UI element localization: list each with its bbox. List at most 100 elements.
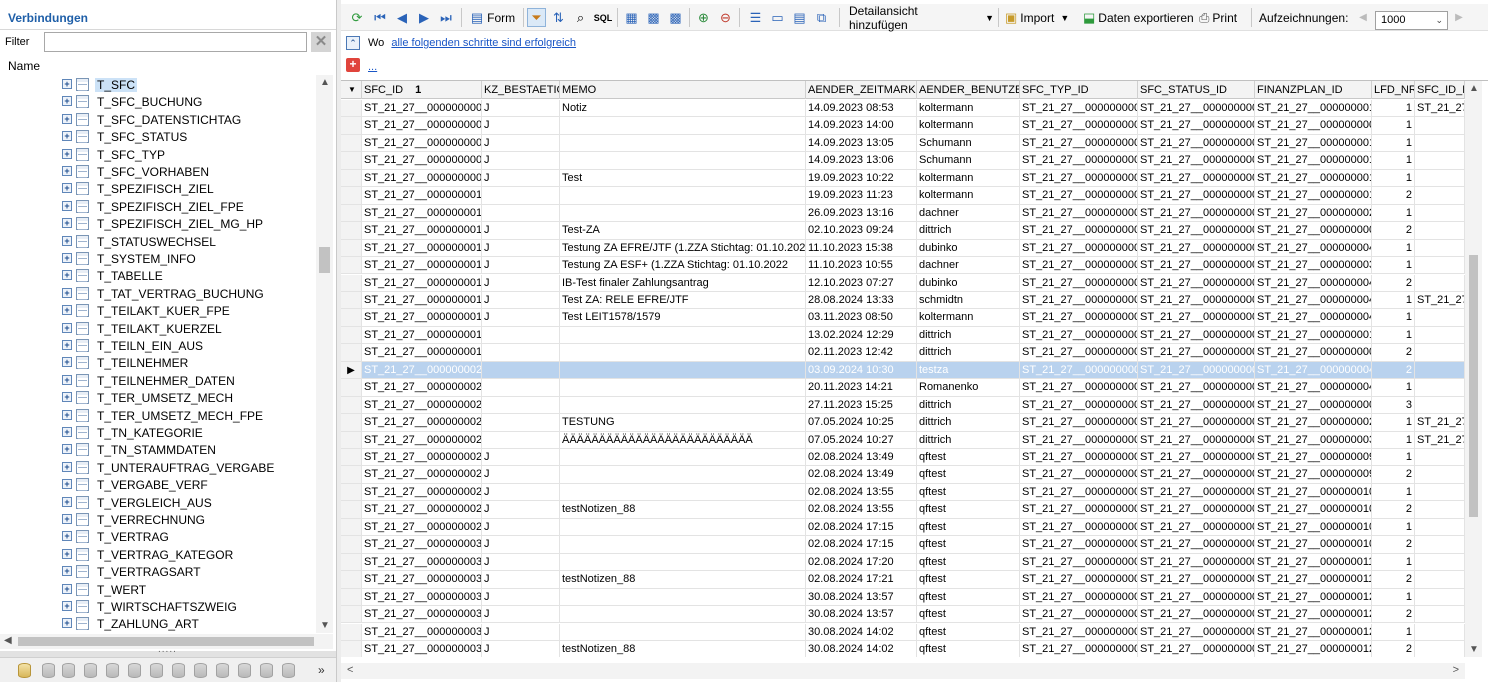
table-cell[interactable]: 30.08.2024 13:57 (806, 606, 917, 623)
previous-record-icon[interactable]: ◀ (393, 8, 411, 27)
table-cell[interactable]: 02.08.2024 17:15 (806, 536, 917, 553)
expand-icon[interactable]: + (62, 253, 72, 263)
table-cell[interactable]: 1 (1372, 257, 1415, 274)
tree-item[interactable]: + T_VERGLEICH_AUS (60, 494, 316, 511)
table-cell[interactable]: ST_21_27__0000000026 (362, 466, 482, 483)
table-cell[interactable] (560, 483, 806, 501)
table-cell[interactable]: 02.08.2024 13:49 (806, 466, 917, 483)
table-cell[interactable]: Test ZA: RELE EFRE/JTF (560, 291, 806, 309)
table-cell[interactable]: J (482, 222, 560, 239)
table-cell[interactable] (482, 431, 560, 448)
tree-item[interactable]: + T_SFC_TYP (60, 146, 316, 163)
table-cell[interactable] (1415, 326, 1465, 344)
table-row[interactable]: ST_21_27__0000000005 J Notiz 14.09.2023 08:… (341, 100, 1465, 118)
table-cell[interactable]: 02.10.2023 09:24 (806, 222, 917, 239)
table-cell[interactable]: ST_21_27__0000000001 (1020, 117, 1138, 134)
table-cell[interactable]: ST_21_27__0000000030 (1255, 431, 1372, 448)
table-cell[interactable]: 07.05.2024 10:27 (806, 431, 917, 448)
table-cell[interactable]: ST_21_27__0000000002 (1020, 152, 1138, 169)
table-row[interactable]: ST_21_27__0000000016 J Test ZA: RELE EFRE/… (341, 291, 1465, 310)
records-prev-icon[interactable]: ◀ (1357, 8, 1369, 27)
table-cell[interactable] (560, 344, 806, 361)
table-cell[interactable]: ST_21_27__0000000010 (362, 187, 482, 204)
table-cell[interactable]: 1 (1372, 169, 1415, 187)
table-cell[interactable]: J (482, 257, 560, 274)
table-cell[interactable]: 13.02.2024 12:29 (806, 326, 917, 344)
row-indicator[interactable] (341, 431, 362, 448)
table-cell[interactable]: IB-Test finaler Zahlungsantrag (560, 274, 806, 291)
tree-item[interactable]: + T_TN_STAMMDATEN (60, 441, 316, 458)
table-cell[interactable]: ST_21_27__0000000031 (362, 553, 482, 571)
table-cell[interactable]: 2 (1372, 571, 1415, 588)
database-icon[interactable] (42, 663, 55, 678)
table-cell[interactable]: ST_21_27__0000000097 (1255, 449, 1372, 466)
table-row[interactable]: ST_21_27__0000000008 J 14.09.2023 13:06 Sch… (341, 152, 1465, 170)
tree-item[interactable]: + T_WIRTSCHAFTSZWEIG (60, 598, 316, 615)
table-cell[interactable]: ST_21_27__0000000112 (1255, 553, 1372, 571)
table-cell[interactable] (482, 204, 560, 222)
table-cell[interactable] (1415, 309, 1465, 326)
table-cell[interactable]: ST_21_27__0000000029 (1255, 204, 1372, 222)
expand-icon[interactable]: + (62, 235, 72, 246)
table-cell[interactable]: Romanenko (917, 379, 1020, 396)
table-cell[interactable] (482, 361, 560, 379)
table-cell[interactable]: ST_21_27__0000000003 (1138, 274, 1255, 291)
table-cell[interactable]: 1 (1372, 431, 1415, 448)
table-cell[interactable]: ST_21_27__0000000001 (1020, 309, 1138, 326)
table-row[interactable]: ST_21_27__0000000034 J 30.08.2024 13:57 qft… (341, 606, 1465, 624)
table-cell[interactable]: koltermann (917, 169, 1020, 187)
table-cell[interactable]: ST_21_27__0000000023 (362, 414, 482, 431)
table-cell[interactable] (1415, 623, 1465, 640)
table-cell[interactable]: ST_21_27__0000000045 (1255, 379, 1372, 396)
table-cell[interactable] (1415, 152, 1465, 169)
tree-item[interactable]: + T_VERTRAGSART (60, 563, 316, 580)
tree-item[interactable]: + T_SYSTEM_INFO (60, 250, 316, 267)
table-cell[interactable]: testNotizen_88 (560, 501, 806, 518)
table-cell[interactable]: koltermann (917, 187, 1020, 204)
table-cell[interactable]: ST_21_27__0000000003 (1138, 152, 1255, 169)
table-cell[interactable]: ST_21_27__0000000003 (1138, 553, 1255, 571)
table-cell[interactable]: ST_21_27__0000000003 (1138, 588, 1255, 606)
more-chevron-icon[interactable]: » (318, 663, 325, 677)
table-cell[interactable]: dachner (917, 204, 1020, 222)
scroll-thumb[interactable] (319, 247, 330, 273)
tree-item[interactable]: + T_SFC_BUCHUNG (60, 93, 316, 110)
table-cell[interactable]: ST_21_27 (1415, 291, 1465, 309)
table-row[interactable]: ST_21_27__0000000022 27.11.2023 15:25 ditt… (341, 396, 1465, 415)
scroll-left-icon[interactable]: ◀ (4, 635, 12, 646)
table-cell[interactable]: ST_21_27__0000000003 (1138, 501, 1255, 518)
row-indicator[interactable] (341, 134, 362, 152)
table-cell[interactable]: 14.09.2023 14:00 (806, 117, 917, 134)
table-cell[interactable]: ST_21_27__0000000128 (1255, 623, 1372, 640)
row-indicator-header[interactable]: ▼ (341, 81, 362, 99)
table-cell[interactable]: J (482, 152, 560, 169)
table-cell[interactable] (560, 152, 806, 169)
refresh-icon[interactable]: ⟳ (347, 8, 367, 27)
table-cell[interactable] (482, 379, 560, 396)
tree-item[interactable]: + T_VERTRAG_KATEGOR (60, 546, 316, 563)
table-cell[interactable] (560, 588, 806, 606)
list-view-icon[interactable]: ☰ (746, 8, 765, 27)
row-indicator[interactable] (341, 571, 362, 588)
table-row[interactable]: ST_21_27__0000000010 19.09.2023 11:23 kolt… (341, 187, 1465, 205)
table-cell[interactable]: ST_21_27__0000000015 (362, 274, 482, 291)
tree-item[interactable]: + T_VERTRAG (60, 528, 316, 545)
table-cell[interactable]: ST_21_27__0000000013 (1255, 187, 1372, 204)
table-cell[interactable] (1415, 606, 1465, 623)
table-cell[interactable]: ÄÄÄÄÄÄÄÄÄÄÄÄÄÄÄÄÄÄÄÄÄÄÄÄÄÄ (560, 431, 806, 448)
scroll-down-icon[interactable]: ▼ (1469, 644, 1479, 655)
table-cell[interactable] (482, 396, 560, 414)
tree-item[interactable]: + T_SFC_STATUS (60, 128, 316, 145)
table-cell[interactable]: 2 (1372, 222, 1415, 239)
table-cell[interactable]: ST_21_27__0000000003 (1020, 100, 1138, 117)
table-cell[interactable] (560, 396, 806, 414)
table-cell[interactable]: ST_21_27__0000000001 (1020, 169, 1138, 187)
expand-icon[interactable]: + (62, 496, 72, 507)
table-cell[interactable]: ST_21_27__0000000003 (1138, 117, 1255, 134)
table-cell[interactable] (560, 536, 806, 553)
table-cell[interactable]: 1 (1372, 449, 1415, 466)
table-cell[interactable]: TESTUNG (560, 414, 806, 431)
expand-icon[interactable]: + (62, 566, 72, 577)
table-cell[interactable]: 30.08.2024 13:57 (806, 588, 917, 606)
table-cell[interactable]: dachner (917, 257, 1020, 274)
